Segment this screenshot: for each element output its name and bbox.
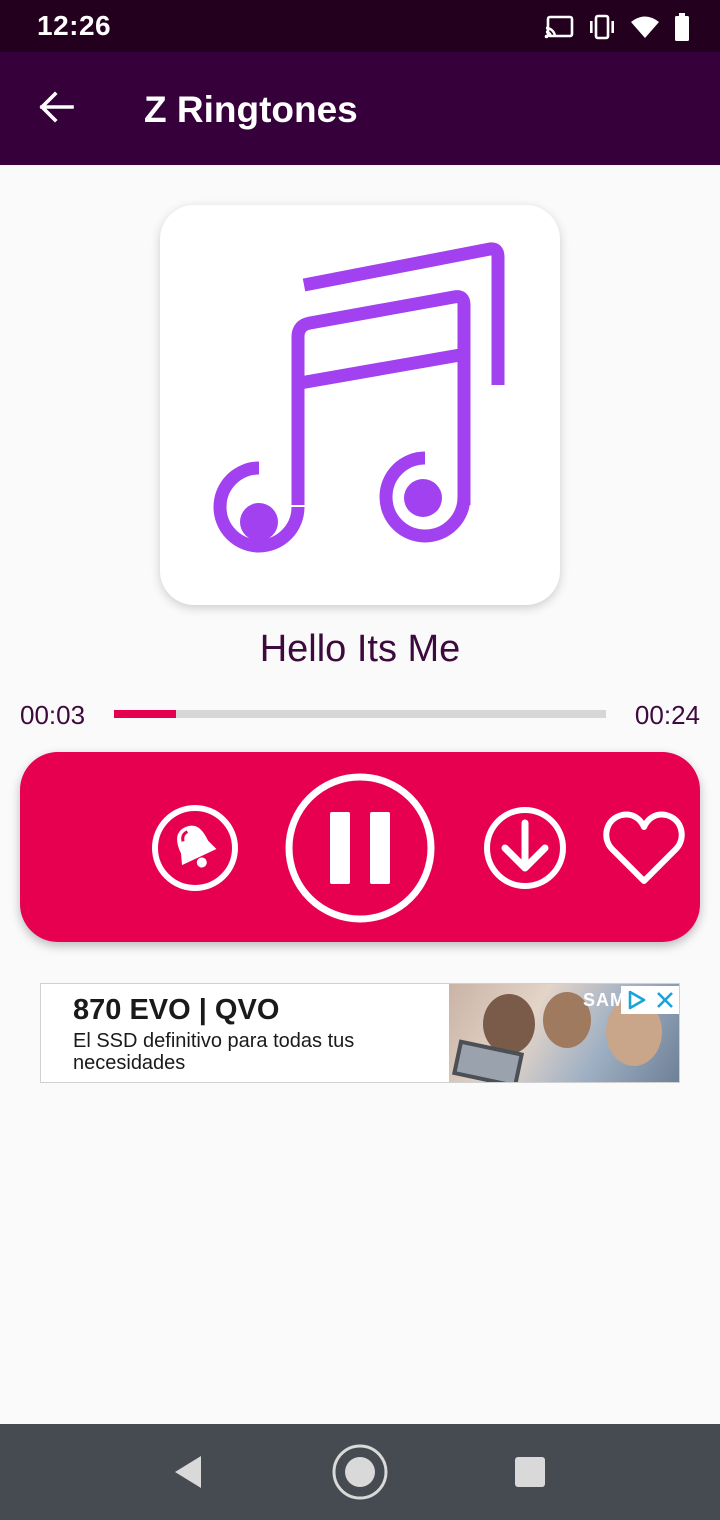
- recents-square-icon: [515, 1457, 545, 1487]
- home-circle-icon: [332, 1444, 388, 1500]
- current-time: 00:03: [20, 700, 86, 730]
- seek-bar[interactable]: [114, 710, 606, 718]
- back-triangle-icon: [175, 1456, 201, 1488]
- ad-banner[interactable]: 870 EVO | QVO El SSD definitivo para tod…: [40, 983, 680, 1083]
- status-time: 12:26: [37, 10, 112, 41]
- status-bar: 12:26: [0, 0, 720, 52]
- heart-icon: [603, 811, 685, 884]
- music-note-icon: [213, 242, 505, 553]
- nav-home-button[interactable]: [330, 1442, 390, 1502]
- vibrate-icon: [588, 14, 616, 40]
- pause-icon: [285, 773, 435, 923]
- seek-bar-progress: [114, 710, 176, 718]
- download-icon: [484, 807, 566, 889]
- download-button[interactable]: [482, 805, 568, 891]
- nav-back-button[interactable]: [158, 1442, 218, 1502]
- favorite-button[interactable]: [602, 807, 686, 887]
- ad-brand: SAM: [583, 990, 626, 1010]
- app-toolbar: Z Ringtones: [0, 52, 720, 165]
- ad-choices[interactable]: [621, 986, 679, 1014]
- song-title: Hello Its Me: [259, 628, 461, 670]
- ad-body: El SSD definitivo para todas tus necesid…: [73, 1030, 355, 1074]
- ad-headline: 870 EVO | QVO: [73, 994, 280, 1026]
- nav-recents-button[interactable]: [500, 1442, 560, 1502]
- wifi-icon: [630, 15, 660, 39]
- system-nav-bar: [0, 1424, 720, 1520]
- close-icon: [657, 992, 673, 1008]
- set-ringtone-button[interactable]: [150, 803, 240, 893]
- status-icons: [544, 12, 690, 42]
- cast-icon: [544, 15, 574, 39]
- player-controls: [20, 752, 700, 942]
- pause-button[interactable]: [284, 772, 436, 924]
- set-ringtone-icon: [152, 805, 238, 891]
- back-button[interactable]: [26, 77, 86, 137]
- battery-icon: [674, 13, 690, 41]
- page-title: Z Ringtones: [144, 89, 358, 130]
- adchoices-icon: [628, 990, 646, 1010]
- ringtone-artwork: [160, 205, 560, 605]
- arrow-left-icon: [39, 91, 74, 123]
- total-time: 00:24: [634, 700, 700, 730]
